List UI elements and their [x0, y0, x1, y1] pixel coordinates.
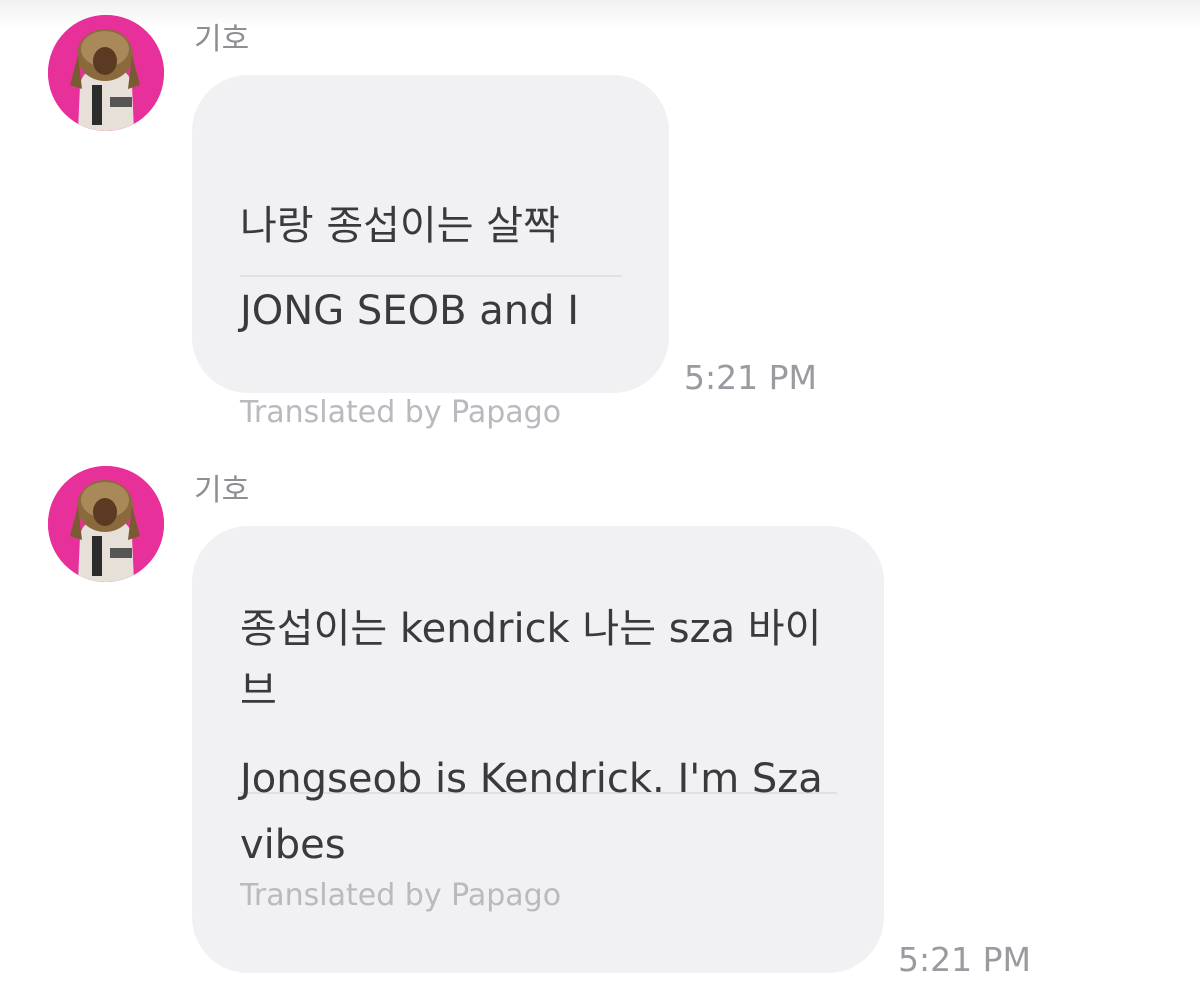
translation-credit: Translated by Papago — [240, 878, 562, 913]
message-bubble[interactable]: 종섭이는 kendrick 나는 sza 바이브 Jongseob is Ken… — [192, 526, 884, 973]
sender-avatar[interactable] — [48, 466, 164, 582]
translation-divider — [240, 275, 622, 277]
original-text: 종섭이는 kendrick 나는 sza 바이브 — [240, 606, 822, 714]
header-shadow — [0, 0, 1200, 28]
sender-name: 기호 — [194, 473, 250, 508]
message-timestamp: 5:21 PM — [898, 940, 1031, 979]
sender-name: 기호 — [194, 22, 250, 57]
profile-photo-icon — [48, 15, 164, 131]
profile-photo-icon — [48, 466, 164, 582]
translated-text: JONG SEOB and I — [240, 288, 579, 334]
translated-text: Jongseob is Kendrick. I'm Sza vibes — [240, 756, 823, 868]
original-text: 나랑 종섭이는 살짝 — [240, 203, 560, 249]
translation-credit: Translated by Papago — [240, 395, 562, 430]
message-timestamp: 5:21 PM — [684, 358, 817, 397]
message-bubble[interactable]: 나랑 종섭이는 살짝 JONG SEOB and I Translated by… — [192, 75, 669, 430]
sender-avatar[interactable] — [48, 15, 164, 131]
